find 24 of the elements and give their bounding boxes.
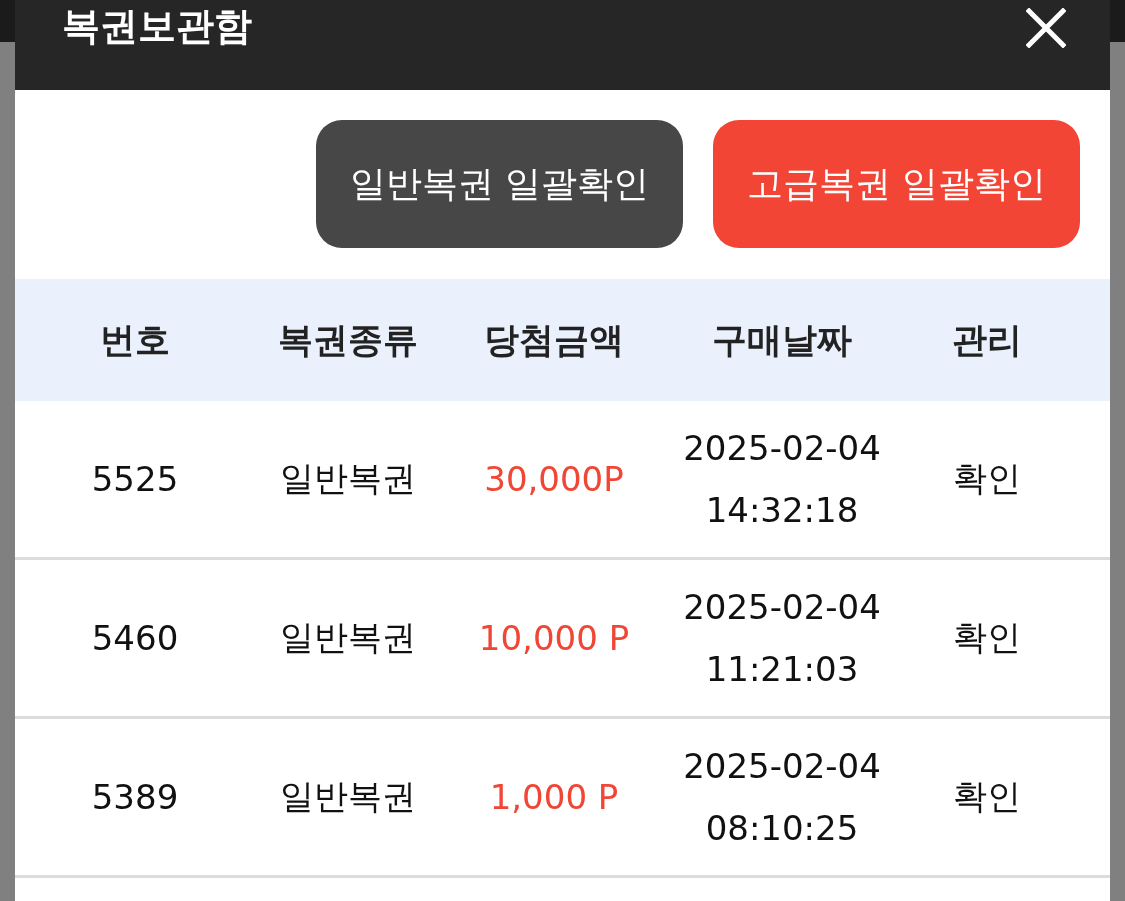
column-header: 구매날짜: [712, 318, 852, 362]
column-header: 복권종류: [278, 318, 418, 362]
modal-title: 복권보관함: [62, 4, 252, 50]
number-cell: 5525: [91, 459, 179, 499]
confirm-link[interactable]: 확인: [953, 774, 1021, 820]
lottery-type-cell-text: 일반복권: [280, 616, 416, 659]
prize-amount-cell: 10,000 P: [478, 618, 630, 658]
premium-batch-check-button[interactable]: 고급복권 일괄확인: [713, 120, 1080, 248]
batch-check-button[interactable]: 일반복권 일괄확인: [316, 120, 683, 248]
purchase-date-cell-text: 2025-02-04 08:10:25: [683, 745, 881, 850]
column-header: 번호: [100, 318, 170, 362]
lottery-type-cell-text: 일반복권: [280, 457, 416, 500]
prize-amount-cell: 30,000P: [484, 459, 624, 499]
close-icon[interactable]: [1026, 8, 1066, 48]
lottery-type-cell-text: 일반복권: [280, 775, 416, 818]
prize-amount-cell: 1,000 P: [489, 777, 619, 817]
purchase-date-cell-text: 2025-02-04 14:32:18: [683, 427, 881, 532]
column-header: 당첨금액: [484, 318, 624, 362]
column-header: 관리: [952, 318, 1022, 362]
number-cell: 5460: [91, 618, 179, 658]
confirm-link[interactable]: 확인: [953, 456, 1021, 502]
number-cell: 5389: [91, 777, 179, 817]
purchase-date-cell-text: 2025-02-04 11:21:03: [683, 586, 881, 691]
confirm-link[interactable]: 확인: [953, 615, 1021, 661]
